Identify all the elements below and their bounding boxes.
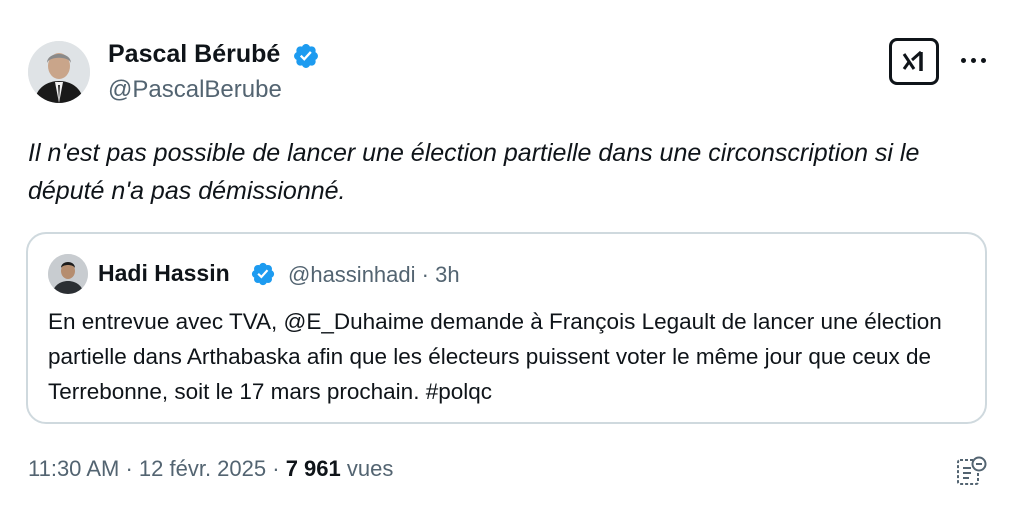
quoted-author-avatar[interactable] [48,254,88,294]
more-dots-icon [981,58,986,63]
views-count: 7 961 [285,456,341,481]
verified-badge-icon [294,44,318,68]
more-dots-icon [961,58,966,63]
tweet-text: Il n'est pas possible de lancer une élec… [28,139,920,205]
author-name[interactable]: Pascal Bérubé [108,40,280,69]
separator: · [272,456,280,481]
author-avatar[interactable] [28,41,90,103]
quoted-tweet[interactable]: Hadi Hassin @hassinhadi · 3h En entrevue… [26,232,987,424]
grok-icon [902,50,923,71]
tweet-time[interactable]: 11:30 AM [28,456,119,481]
author-handle[interactable]: @PascalBerube [108,76,282,104]
separator: · [421,262,429,287]
verified-badge-icon [251,262,275,286]
quoted-meta: @hassinhadi · 3h [288,262,460,288]
analytics-button[interactable] [955,455,989,487]
grok-button[interactable] [889,38,939,85]
separator: · [125,456,133,481]
quoted-author-name[interactable]: Hadi Hassin [98,260,230,287]
quoted-tweet-text: En entrevue avec TVA, @E_Duhaime demande… [48,309,942,404]
quoted-time[interactable]: 3h [435,262,459,287]
tweet-footer: 11:30 AM · 12 févr. 2025 · 7 961 vues [28,456,393,482]
views-label: vues [346,456,394,481]
more-options-button[interactable] [956,46,992,76]
tweet-date[interactable]: 12 févr. 2025 [139,456,266,481]
more-dots-icon [971,58,976,63]
analytics-icon [957,456,987,485]
quoted-author-handle[interactable]: @hassinhadi [288,262,416,287]
